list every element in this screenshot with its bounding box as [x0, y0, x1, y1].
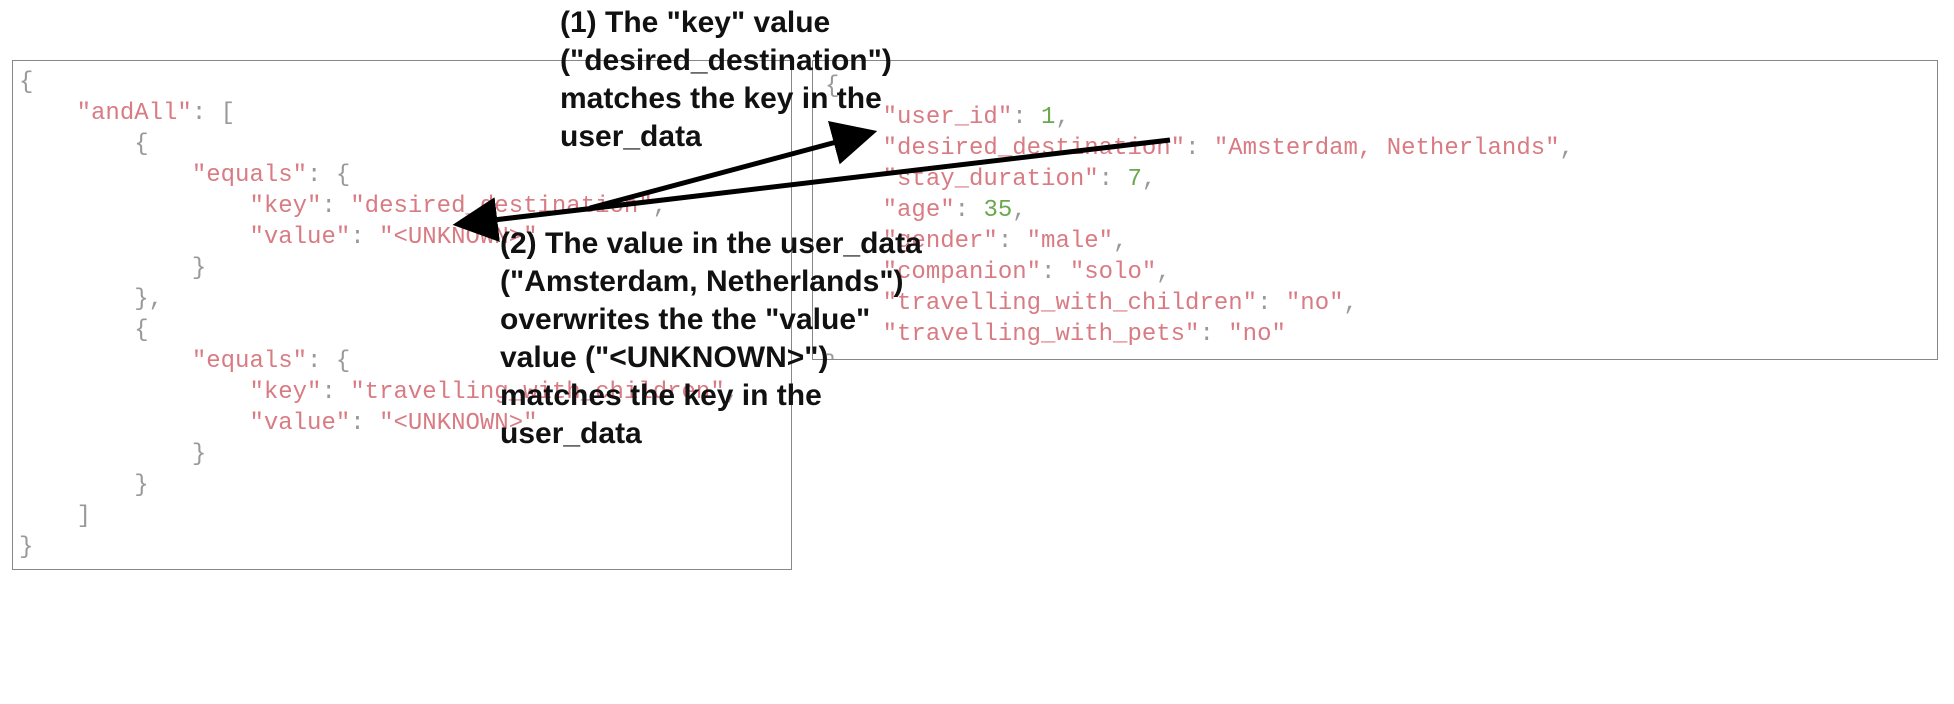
- brace: {: [825, 73, 839, 100]
- json-key: "travelling_with_pets": [883, 321, 1200, 348]
- punct: :: [350, 410, 379, 437]
- json-key: "desired_destination": [883, 135, 1185, 162]
- json-key: "equals": [192, 348, 307, 375]
- json-key: "user_id": [883, 104, 1013, 131]
- punct: :: [1099, 166, 1128, 193]
- json-string: "travelling_with_children": [350, 379, 724, 406]
- user-data-json-box: { "user_id": 1, "desired_destination": "…: [812, 60, 1938, 360]
- punct: :: [1041, 259, 1070, 286]
- brace: }: [19, 534, 33, 561]
- json-number: 1: [1041, 104, 1055, 131]
- brace: }: [192, 441, 206, 468]
- json-number: 35: [983, 197, 1012, 224]
- punct: :: [1185, 135, 1214, 162]
- json-key: "equals": [192, 162, 307, 189]
- punct: ,: [1012, 197, 1026, 224]
- json-string: "<UNKNOWN>": [379, 410, 537, 437]
- punct: ,: [1142, 166, 1156, 193]
- punct: :: [321, 379, 350, 406]
- punct: ,: [1560, 135, 1574, 162]
- json-key: "companion": [883, 259, 1041, 286]
- json-key: "value": [249, 410, 350, 437]
- json-string: "solo": [1070, 259, 1156, 286]
- json-key: "gender": [883, 228, 998, 255]
- json-key: "value": [249, 224, 350, 251]
- json-string: "no": [1228, 321, 1286, 348]
- brace: },: [134, 286, 163, 313]
- json-key: "key": [249, 193, 321, 220]
- punct: ,: [1344, 290, 1358, 317]
- punct: :: [998, 228, 1027, 255]
- brace: ]: [77, 503, 91, 530]
- diagram-canvas: { "andAll": [ { "equals": { "key": "desi…: [0, 0, 1954, 704]
- punct: ,: [725, 379, 739, 406]
- brace: {: [134, 131, 148, 158]
- query-json: { "andAll": [ { "equals": { "key": "desi…: [19, 67, 791, 563]
- json-key: "stay_duration": [883, 166, 1099, 193]
- punct: :: [1257, 290, 1286, 317]
- brace: }: [134, 472, 148, 499]
- user-data-json: { "user_id": 1, "desired_destination": "…: [825, 71, 1937, 360]
- brace: {: [19, 69, 33, 96]
- query-json-box: { "andAll": [ { "equals": { "key": "desi…: [12, 60, 792, 570]
- punct: ,: [653, 193, 667, 220]
- json-string: "no": [1286, 290, 1344, 317]
- json-key: "age": [883, 197, 955, 224]
- punct: : {: [307, 348, 350, 375]
- json-key: "andAll": [77, 100, 192, 127]
- json-key: "key": [249, 379, 321, 406]
- brace: }: [825, 352, 839, 360]
- punct: : [: [192, 100, 235, 127]
- punct: ,: [1156, 259, 1170, 286]
- punct: :: [955, 197, 984, 224]
- punct: : {: [307, 162, 350, 189]
- punct: :: [1199, 321, 1228, 348]
- punct: :: [1012, 104, 1041, 131]
- punct: :: [350, 224, 379, 251]
- brace: }: [192, 255, 206, 282]
- punct: :: [321, 193, 350, 220]
- json-string: "<UNKNOWN>": [379, 224, 537, 251]
- json-key: "travelling_with_children": [883, 290, 1257, 317]
- punct: ,: [1113, 228, 1127, 255]
- brace: {: [134, 317, 148, 344]
- punct: ,: [1055, 104, 1069, 131]
- json-string: "male": [1027, 228, 1113, 255]
- json-number: 7: [1127, 166, 1141, 193]
- json-string: "desired_destination": [350, 193, 652, 220]
- json-string: "Amsterdam, Netherlands": [1214, 135, 1560, 162]
